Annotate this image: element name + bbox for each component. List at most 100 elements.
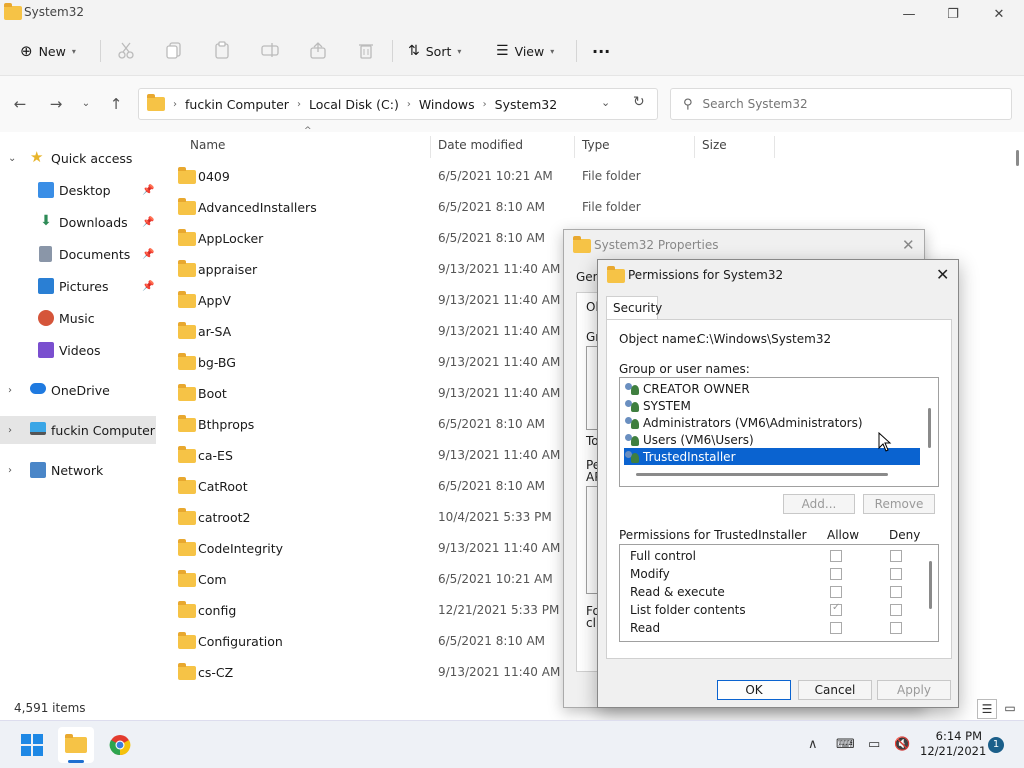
address-bar[interactable]: › fuckin Computer › Local Disk (C:) › Wi… bbox=[138, 88, 658, 120]
folder-icon bbox=[147, 94, 165, 111]
file-explorer-taskbar-button[interactable] bbox=[58, 727, 94, 763]
chrome-taskbar-button[interactable] bbox=[102, 727, 138, 763]
deny-checkbox[interactable] bbox=[890, 550, 902, 562]
list-item[interactable]: CREATOR OWNER bbox=[624, 380, 920, 397]
delete-icon[interactable] bbox=[356, 40, 376, 60]
sidebar-item-pictures[interactable]: Pictures 📌 bbox=[0, 272, 156, 300]
listbox-vertical-scrollbar[interactable] bbox=[928, 408, 931, 448]
maximize-button[interactable]: ❐ bbox=[930, 4, 976, 24]
keyboard-icon[interactable]: ⌨ bbox=[836, 737, 855, 752]
column-header-name[interactable]: Name bbox=[190, 138, 225, 152]
list-item[interactable]: TrustedInstaller bbox=[624, 448, 920, 465]
column-header-date[interactable]: Date modified bbox=[438, 138, 523, 152]
pin-icon[interactable]: 📌 bbox=[142, 281, 154, 292]
chevron-right-icon: › bbox=[296, 98, 301, 110]
recent-chevron-icon[interactable]: ⌄ bbox=[76, 94, 96, 114]
window-title: System32 bbox=[24, 5, 85, 19]
column-divider[interactable] bbox=[774, 136, 775, 158]
permission-name: Read bbox=[630, 621, 661, 635]
pin-icon[interactable]: 📌 bbox=[142, 249, 154, 260]
deny-checkbox[interactable] bbox=[890, 604, 902, 616]
details-view-button[interactable]: ☰ bbox=[977, 699, 997, 719]
breadcrumb-computer[interactable]: fuckin Computer bbox=[185, 97, 289, 112]
list-item[interactable]: SYSTEM bbox=[624, 397, 920, 414]
folder-icon bbox=[178, 229, 196, 246]
column-header-type[interactable]: Type bbox=[582, 138, 610, 152]
view-button[interactable]: ☰ View ▾ bbox=[496, 38, 554, 64]
notification-badge[interactable]: 1 bbox=[988, 737, 1004, 753]
breadcrumb-system32[interactable]: System32 bbox=[495, 97, 558, 112]
deny-checkbox[interactable] bbox=[890, 586, 902, 598]
pin-icon[interactable]: 📌 bbox=[142, 185, 154, 196]
clock[interactable]: 6:14 PM 12/21/2021 bbox=[920, 729, 986, 759]
sidebar-item-documents[interactable]: Documents 📌 bbox=[0, 240, 156, 268]
remove-button[interactable]: Remove bbox=[863, 494, 935, 514]
sort-button[interactable]: ⇅ Sort ▾ bbox=[408, 38, 461, 64]
close-icon[interactable]: ✕ bbox=[936, 265, 949, 284]
start-button[interactable] bbox=[14, 727, 50, 763]
sidebar-item-videos[interactable]: Videos bbox=[0, 336, 156, 364]
allow-checkbox[interactable] bbox=[830, 622, 842, 634]
allow-checkbox[interactable] bbox=[830, 586, 842, 598]
deny-checkbox[interactable] bbox=[890, 622, 902, 634]
user-name: CREATOR OWNER bbox=[643, 381, 750, 396]
back-arrow-icon[interactable]: ← bbox=[10, 94, 30, 114]
show-hidden-icons-chevron[interactable]: ∧ bbox=[808, 737, 818, 752]
list-item[interactable]: Users (VM6\Users) bbox=[624, 431, 920, 448]
up-arrow-icon[interactable]: ↑ bbox=[106, 94, 126, 114]
column-header-size[interactable]: Size bbox=[702, 138, 727, 152]
paste-icon[interactable] bbox=[212, 40, 232, 60]
sidebar-item-onedrive[interactable]: › OneDrive bbox=[0, 376, 156, 404]
sidebar-item-network[interactable]: › Network bbox=[0, 456, 156, 484]
chevron-right-icon: › bbox=[8, 424, 12, 436]
allow-checkbox[interactable] bbox=[830, 550, 842, 562]
ok-button[interactable]: OK bbox=[717, 680, 791, 700]
deny-checkbox[interactable] bbox=[890, 568, 902, 580]
sidebar-item-computer[interactable]: › fuckin Computer bbox=[0, 416, 156, 444]
active-indicator bbox=[68, 760, 84, 763]
chevron-down-icon[interactable]: ⌄ bbox=[601, 96, 610, 109]
breadcrumb-local-disk[interactable]: Local Disk (C:) bbox=[309, 97, 399, 112]
column-divider[interactable] bbox=[694, 136, 695, 158]
table-row[interactable]: 0409 6/5/2021 10:21 AM File folder bbox=[170, 161, 770, 192]
chevron-down-icon: ▾ bbox=[550, 46, 555, 56]
column-divider[interactable] bbox=[574, 136, 575, 158]
permissions-scrollbar[interactable] bbox=[929, 561, 932, 609]
apply-button[interactable]: Apply bbox=[877, 680, 951, 700]
tab-security[interactable]: Security bbox=[606, 296, 662, 320]
allow-checkbox[interactable] bbox=[830, 568, 842, 580]
close-button[interactable]: ✕ bbox=[976, 4, 1022, 24]
sidebar-item-music[interactable]: Music bbox=[0, 304, 156, 332]
add-button[interactable]: Add... bbox=[783, 494, 855, 514]
sidebar-item-label: Desktop bbox=[59, 182, 111, 198]
copy-icon[interactable] bbox=[164, 40, 184, 60]
breadcrumb-windows[interactable]: Windows bbox=[419, 97, 475, 112]
sidebar-item-label: Music bbox=[59, 310, 95, 326]
vertical-scrollbar[interactable] bbox=[1012, 132, 1024, 697]
refresh-icon[interactable]: ↻ bbox=[633, 94, 645, 110]
sidebar-item-quick-access[interactable]: ⌄ ★ Quick access bbox=[0, 144, 156, 172]
volume-muted-icon[interactable]: 🔇 bbox=[894, 737, 910, 752]
cancel-button[interactable]: Cancel bbox=[798, 680, 872, 700]
new-button[interactable]: ⊕ New ▾ bbox=[20, 38, 76, 64]
tiles-view-button[interactable]: ▭ bbox=[1000, 699, 1020, 719]
search-input[interactable] bbox=[702, 97, 983, 111]
display-icon[interactable]: ▭ bbox=[868, 737, 880, 752]
sidebar-item-desktop[interactable]: Desktop 📌 bbox=[0, 176, 156, 204]
rename-icon[interactable] bbox=[260, 40, 280, 60]
list-item[interactable]: Administrators (VM6\Administrators) bbox=[624, 414, 920, 431]
sidebar-item-downloads[interactable]: ⬇ Downloads 📌 bbox=[0, 208, 156, 236]
pin-icon[interactable]: 📌 bbox=[142, 217, 154, 228]
minimize-button[interactable]: — bbox=[886, 4, 932, 24]
more-options-button[interactable]: ··· bbox=[592, 38, 610, 64]
listbox-horizontal-scrollbar[interactable] bbox=[636, 473, 888, 476]
share-icon[interactable] bbox=[308, 40, 328, 60]
table-row[interactable]: AdvancedInstallers 6/5/2021 8:10 AM File f… bbox=[170, 192, 770, 223]
forward-arrow-icon[interactable]: → bbox=[46, 94, 66, 114]
scrollbar-thumb[interactable] bbox=[1016, 150, 1019, 166]
close-icon[interactable]: ✕ bbox=[902, 236, 915, 254]
column-divider[interactable] bbox=[430, 136, 431, 158]
search-box[interactable]: ⚲ bbox=[670, 88, 1012, 120]
allow-checkbox[interactable] bbox=[830, 602, 842, 616]
cut-icon[interactable] bbox=[116, 40, 136, 60]
